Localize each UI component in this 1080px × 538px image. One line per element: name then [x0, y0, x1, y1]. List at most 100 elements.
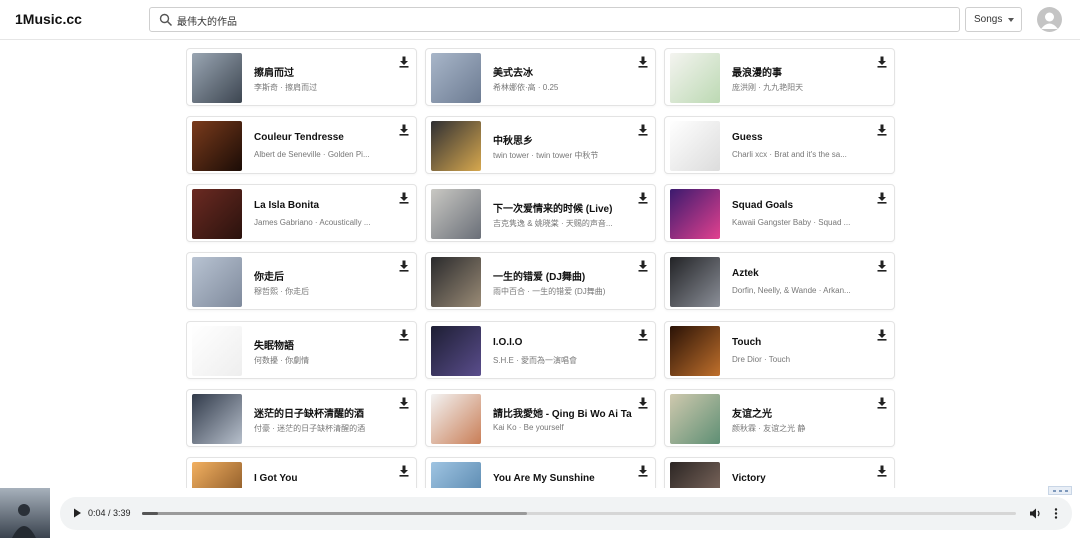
song-title[interactable]: I Got You	[254, 473, 394, 484]
song-card[interactable]: 最浪漫的事 庞洪刚 · 九九艳阳天	[664, 48, 895, 106]
download-icon[interactable]	[637, 260, 649, 272]
results-grid: 擦肩而过 李斯奇 · 擦肩而过 美式去冰 希林娜依·高 · 0.25 最浪漫的事 庞洪刚 …	[186, 48, 896, 488]
album-thumbnail[interactable]	[192, 121, 242, 171]
album-thumbnail[interactable]	[670, 394, 720, 444]
song-title[interactable]: Victory	[732, 473, 872, 484]
song-title[interactable]: 失眠物語	[254, 337, 394, 352]
song-title[interactable]: 美式去冰	[493, 64, 633, 79]
download-icon[interactable]	[398, 124, 410, 136]
player-time: 0:04 / 3:39	[88, 508, 131, 518]
download-icon[interactable]	[637, 397, 649, 409]
album-thumbnail[interactable]	[431, 53, 481, 103]
song-artist-album: Kawaii Gangster Baby · Squad ...	[732, 218, 851, 227]
song-title[interactable]: 你走后	[254, 268, 394, 283]
site-logo[interactable]: 1Music.cc	[15, 11, 82, 27]
song-card[interactable]: Aztek Dorfin, Neelly, & Wande · Arkan...	[664, 252, 895, 310]
song-card[interactable]: I Got You	[186, 457, 417, 488]
song-card[interactable]: I.O.I.O S.H.E · 愛而為一演唱會	[425, 321, 656, 379]
song-card[interactable]: 美式去冰希林娜依·高 · 0.25	[425, 48, 656, 106]
song-card[interactable]: You Are My Sunshine	[425, 457, 656, 488]
song-title[interactable]: 下一次爱情来的时候 (Live)	[493, 200, 633, 215]
download-icon[interactable]	[876, 465, 888, 477]
download-icon[interactable]	[398, 260, 410, 272]
song-title[interactable]: 友谊之光	[732, 405, 872, 420]
song-title[interactable]: I.O.I.O	[493, 337, 633, 348]
download-icon[interactable]	[398, 56, 410, 68]
album-thumbnail[interactable]	[192, 189, 242, 239]
album-thumbnail[interactable]	[431, 462, 481, 488]
download-icon[interactable]	[876, 397, 888, 409]
album-thumbnail[interactable]	[670, 53, 720, 103]
song-title[interactable]: You Are My Sunshine	[493, 473, 633, 484]
song-card[interactable]: 友谊之光 颜秋霖 · 友谊之光 静	[664, 389, 895, 447]
album-thumbnail[interactable]	[431, 257, 481, 307]
song-card[interactable]: 你走后 穆哲熙 · 你走后	[186, 252, 417, 310]
song-card[interactable]: Guess Charli xcx · Brat and it's the sa..…	[664, 116, 895, 174]
seek-bar[interactable]	[142, 512, 1016, 515]
download-icon[interactable]	[876, 124, 888, 136]
song-title[interactable]: 擦肩而过	[254, 64, 394, 79]
play-icon[interactable]	[71, 507, 83, 519]
album-thumbnail[interactable]	[192, 394, 242, 444]
song-title[interactable]: 中秋思乡	[493, 132, 633, 147]
album-thumbnail[interactable]	[431, 326, 481, 376]
album-thumbnail[interactable]	[192, 462, 242, 488]
song-title[interactable]: 請比我愛她 - Qing Bi Wo Ai Ta	[493, 405, 633, 420]
song-title[interactable]: La Isla Bonita	[254, 200, 394, 211]
album-thumbnail[interactable]	[670, 189, 720, 239]
ad-badge[interactable]	[1048, 486, 1072, 495]
album-thumbnail[interactable]	[192, 53, 242, 103]
song-title[interactable]: 最浪漫的事	[732, 64, 872, 79]
song-card[interactable]: 請比我愛她 - Qing Bi Wo Ai Ta Kai Ko · Be your…	[425, 389, 656, 447]
song-card[interactable]: Couleur Tendresse Albert de Seneville · G…	[186, 116, 417, 174]
volume-icon[interactable]	[1029, 507, 1042, 520]
download-icon[interactable]	[876, 329, 888, 341]
download-icon[interactable]	[876, 192, 888, 204]
song-card[interactable]: 擦肩而过 李斯奇 · 擦肩而过	[186, 48, 417, 106]
song-title[interactable]: Touch	[732, 337, 872, 348]
album-thumbnail[interactable]	[431, 394, 481, 444]
song-card[interactable]: La Isla Bonita James Gabriano · Acoustica…	[186, 184, 417, 242]
song-title[interactable]: 一生的错爱 (DJ舞曲)	[493, 268, 633, 283]
song-card[interactable]: 中秋思乡 twin tower · twin tower 中秋节	[425, 116, 656, 174]
download-icon[interactable]	[637, 192, 649, 204]
song-title[interactable]: Squad Goals	[732, 200, 872, 211]
more-options-icon[interactable]	[1050, 507, 1062, 520]
download-icon[interactable]	[398, 397, 410, 409]
album-thumbnail[interactable]	[670, 326, 720, 376]
album-thumbnail[interactable]	[192, 326, 242, 376]
album-thumbnail[interactable]	[670, 121, 720, 171]
song-card[interactable]: Victory	[664, 457, 895, 488]
download-icon[interactable]	[876, 260, 888, 272]
download-icon[interactable]	[637, 124, 649, 136]
download-icon[interactable]	[398, 465, 410, 477]
album-thumbnail[interactable]	[670, 462, 720, 488]
download-icon[interactable]	[876, 56, 888, 68]
album-thumbnail[interactable]	[431, 189, 481, 239]
song-artist-album: Charli xcx · Brat and it's the sa...	[732, 150, 847, 159]
song-artist-album: 希林娜依·高 · 0.25	[493, 83, 559, 92]
album-thumbnail[interactable]	[192, 257, 242, 307]
song-title[interactable]: Aztek	[732, 268, 872, 279]
search-box[interactable]	[149, 7, 960, 32]
download-icon[interactable]	[637, 465, 649, 477]
type-select[interactable]: Songs	[965, 7, 1022, 32]
song-title[interactable]: Guess	[732, 132, 872, 143]
download-icon[interactable]	[398, 192, 410, 204]
download-icon[interactable]	[637, 56, 649, 68]
album-thumbnail[interactable]	[431, 121, 481, 171]
download-icon[interactable]	[637, 329, 649, 341]
search-input[interactable]	[177, 10, 947, 30]
song-card[interactable]: 一生的错爱 (DJ舞曲) 雨中百合 · 一生的错爱 (DJ舞曲)	[425, 252, 656, 310]
song-card[interactable]: 迷茫的日子缺杯清醒的酒 付豪 · 迷茫的日子缺杯清醒的酒	[186, 389, 417, 447]
song-card[interactable]: 失眠物語 何数擾 · 你劇情	[186, 321, 417, 379]
song-card[interactable]: 下一次爱情来的时候 (Live) 吉克隽逸 & 姚晓棠 · 天赐的声音...	[425, 184, 656, 242]
song-title[interactable]: 迷茫的日子缺杯清醒的酒	[254, 405, 394, 420]
song-title[interactable]: Couleur Tendresse	[254, 132, 394, 143]
album-thumbnail[interactable]	[670, 257, 720, 307]
song-card[interactable]: Squad Goals Kawaii Gangster Baby · Squad …	[664, 184, 895, 242]
user-avatar[interactable]	[1037, 7, 1062, 32]
song-card[interactable]: Touch Dre Dior · Touch	[664, 321, 895, 379]
download-icon[interactable]	[398, 329, 410, 341]
song-artist-album: Kai Ko · Be yourself	[493, 423, 564, 432]
